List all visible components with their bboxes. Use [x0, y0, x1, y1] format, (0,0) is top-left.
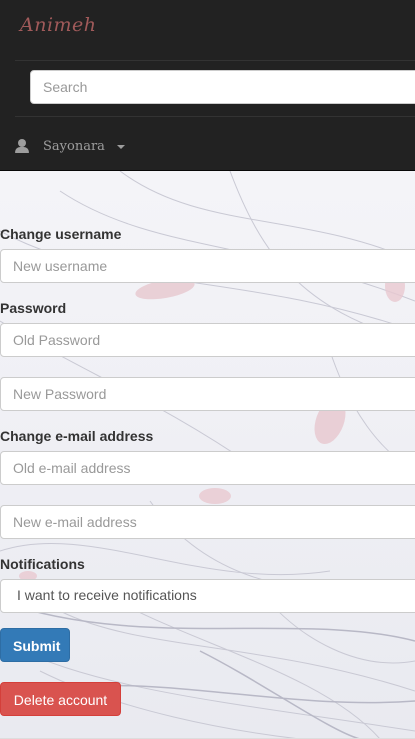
delete-account-button[interactable]: Delete account [0, 682, 121, 716]
navbar-divider [15, 116, 415, 117]
user-icon [15, 139, 29, 153]
new-username-input[interactable] [0, 249, 415, 283]
new-email-input[interactable] [0, 505, 415, 539]
user-name: Sayonara [43, 138, 105, 154]
username-label: Change username [0, 226, 122, 242]
notifications-selected-value: I want to receive notifications [17, 587, 197, 603]
notifications-label: Notifications [0, 556, 85, 572]
user-menu-dropdown[interactable]: Sayonara [15, 131, 125, 161]
brand-logo[interactable]: Animeh [20, 14, 97, 36]
navbar: Animeh Sayonara [0, 0, 415, 171]
email-label: Change e-mail address [0, 428, 154, 444]
caret-down-icon [116, 145, 125, 149]
old-password-input[interactable] [0, 323, 415, 357]
notifications-select[interactable]: I want to receive notifications [0, 579, 415, 613]
submit-button[interactable]: Submit [0, 628, 70, 662]
password-label: Password [0, 300, 67, 316]
old-email-input[interactable] [0, 451, 415, 485]
navbar-divider [15, 60, 415, 61]
search-input[interactable] [30, 70, 415, 104]
new-password-input[interactable] [0, 377, 415, 411]
